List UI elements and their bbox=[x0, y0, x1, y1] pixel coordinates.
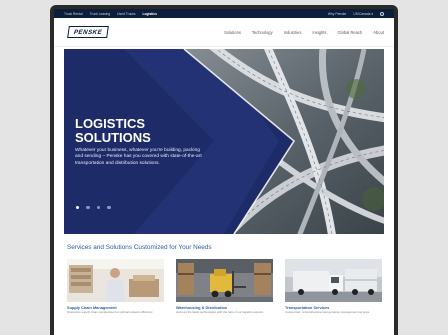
nav-item-solutions[interactable]: Solutions bbox=[224, 30, 241, 35]
monitor-frame: Truck Rental Truck Leasing Used Trucks L… bbox=[50, 5, 398, 335]
services-heading: Services and Solutions Customized for Yo… bbox=[67, 244, 212, 251]
main-nav: Solutions Technology Industries Insights… bbox=[224, 30, 384, 35]
utility-nav: Truck Rental Truck Leasing Used Trucks L… bbox=[54, 9, 394, 18]
transportation-photo[interactable] bbox=[285, 259, 382, 302]
nav-item-technology[interactable]: Technology bbox=[252, 30, 273, 35]
service-card-transportation[interactable]: Transportation Services Customized, comp… bbox=[285, 259, 382, 315]
carousel-dots bbox=[76, 206, 111, 210]
service-card-supply-chain[interactable]: Supply Chain Management Streamline suppl… bbox=[67, 259, 164, 315]
region-selector[interactable]: US/Canada ▾ bbox=[353, 12, 373, 16]
utility-nav-right: Why Penske US/Canada ▾ bbox=[328, 11, 384, 16]
search-icon[interactable] bbox=[380, 11, 384, 16]
browser-viewport: Truck Rental Truck Leasing Used Trucks L… bbox=[54, 9, 394, 335]
warehousing-photo[interactable] bbox=[176, 259, 273, 302]
carousel-dot-3[interactable] bbox=[96, 206, 101, 210]
service-card-desc: Customized, comprehensive transportation… bbox=[285, 310, 370, 314]
nav-item-global-reach[interactable]: Global Reach bbox=[337, 30, 362, 35]
service-card-warehousing[interactable]: Warehousing & Distribution Harness the l… bbox=[176, 259, 273, 315]
supply-chain-photo[interactable] bbox=[67, 259, 164, 302]
penske-logo[interactable]: PENSKE bbox=[67, 26, 109, 38]
utility-link-why-penske[interactable]: Why Penske bbox=[328, 12, 347, 16]
nav-item-about[interactable]: About bbox=[373, 30, 384, 35]
services-cards: Supply Chain Management Streamline suppl… bbox=[67, 259, 394, 315]
carousel-dot-4[interactable] bbox=[107, 206, 111, 210]
service-card-desc: Harness the latest technologies with the… bbox=[176, 310, 264, 314]
utility-link-truck-leasing[interactable]: Truck Leasing bbox=[90, 12, 111, 16]
carousel-dot-1[interactable] bbox=[76, 206, 80, 210]
utility-link-logistics[interactable]: Logistics bbox=[143, 12, 157, 16]
main-header: PENSKE Solutions Technology Industries I… bbox=[54, 18, 394, 47]
hero-banner: LOGISTICS SOLUTIONS Whatever your busine… bbox=[64, 49, 384, 234]
nav-item-industries[interactable]: Industries bbox=[284, 30, 302, 35]
utility-link-used-trucks[interactable]: Used Trucks bbox=[117, 12, 135, 16]
utility-link-truck-rental[interactable]: Truck Rental bbox=[64, 12, 83, 16]
carousel-dot-2[interactable] bbox=[86, 206, 90, 210]
nav-item-insights[interactable]: Insights bbox=[312, 30, 326, 35]
hero-title: LOGISTICS SOLUTIONS bbox=[75, 116, 151, 145]
hero-subtitle: Whatever your business, whatever you're … bbox=[75, 148, 202, 166]
utility-nav-left: Truck Rental Truck Leasing Used Trucks L… bbox=[64, 12, 157, 16]
service-card-desc: Streamline supply chain complexities for… bbox=[67, 310, 154, 314]
